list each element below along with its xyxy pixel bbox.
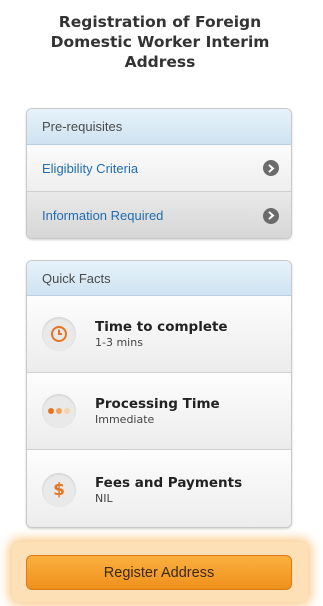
fact-fees-and-payments: $ Fees and Payments NIL xyxy=(27,450,291,527)
register-address-button[interactable]: Register Address xyxy=(26,555,292,590)
fact-value: 1-3 mins xyxy=(95,336,143,349)
fact-processing-time: Processing Time Immediate xyxy=(27,373,291,450)
prerequisites-header: Pre-requisites xyxy=(27,109,291,145)
chevron-right-icon xyxy=(263,160,279,176)
fact-value: Immediate xyxy=(95,413,155,426)
prerequisites-card: Pre-requisites Eligibility Criteria Info… xyxy=(26,108,292,239)
fact-title: Processing Time xyxy=(95,396,220,412)
fact-value: NIL xyxy=(95,491,113,505)
chevron-right-icon xyxy=(263,207,279,224)
fact-time-to-complete: Time to complete 1-3 mins xyxy=(27,296,291,373)
fact-title: Time to complete xyxy=(95,319,228,335)
page-title: Registration of Foreign Domestic Worker … xyxy=(50,13,270,71)
information-required-label: Information Required xyxy=(42,208,164,223)
eligibility-criteria-item[interactable]: Eligibility Criteria xyxy=(27,145,291,192)
dots-icon xyxy=(42,394,76,428)
quick-facts-header: Quick Facts xyxy=(27,261,291,296)
information-required-item[interactable]: Information Required xyxy=(27,192,291,238)
fact-title: Fees and Payments xyxy=(95,474,243,491)
app-screen: Registration of Foreign Domestic Worker … xyxy=(0,0,323,606)
eligibility-criteria-label: Eligibility Criteria xyxy=(42,160,139,176)
dollar-icon: $ xyxy=(42,472,76,507)
quick-facts-card: Quick Facts Time to complete 1-3 mins Pr… xyxy=(26,260,292,528)
clock-icon xyxy=(42,317,76,351)
